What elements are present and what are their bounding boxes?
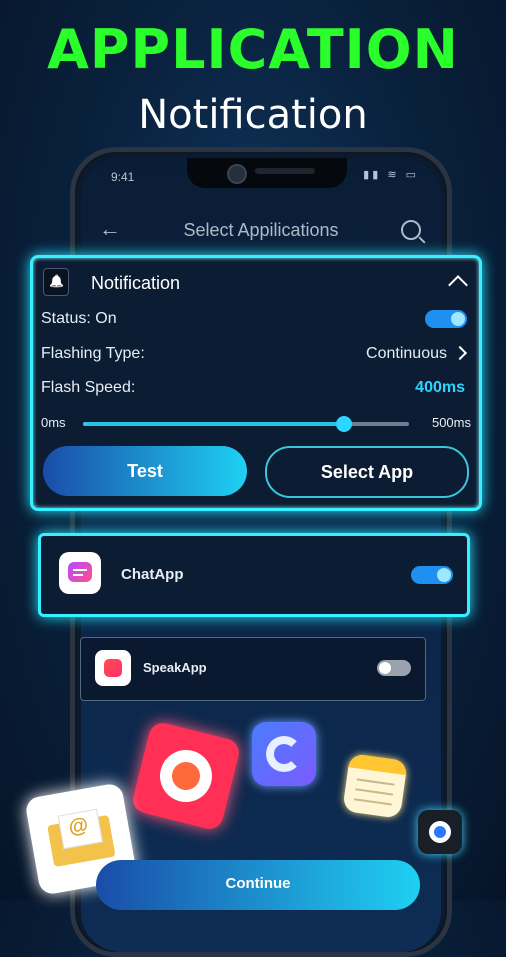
select-app-button[interactable]: Select App — [265, 446, 469, 498]
speed-slider[interactable] — [83, 416, 409, 432]
chatapp-toggle[interactable] — [411, 566, 453, 584]
chat-app-icon — [59, 552, 101, 594]
flash-speed-label: Flash Speed: — [41, 379, 136, 396]
camera-app-icon — [418, 810, 462, 854]
continue-button[interactable]: Continue — [96, 860, 420, 910]
app-row-speakapp[interactable]: SpeakApp — [80, 637, 426, 701]
chevron-right-icon — [452, 345, 468, 361]
notification-card: Notification Status: On Flashing Type: C… — [30, 255, 482, 511]
test-button[interactable]: Test — [43, 446, 247, 496]
status-toggle[interactable] — [425, 310, 467, 328]
toggle-knob — [437, 568, 451, 582]
slider-fill — [83, 422, 344, 426]
app-row-chatapp[interactable]: ChatApp — [38, 533, 470, 617]
hero-subtitle: Notification — [138, 92, 368, 138]
chevron-up-icon[interactable] — [448, 275, 468, 295]
app-name: SpeakApp — [143, 660, 207, 675]
slider-min-label: 0ms — [41, 415, 66, 430]
slider-thumb[interactable] — [335, 416, 352, 432]
status-label: Status: On — [41, 310, 117, 327]
slider-max-label: 500ms — [431, 415, 471, 430]
bell-icon — [43, 268, 69, 296]
flashing-type-value: Continuous — [366, 345, 447, 362]
card-title: Notification — [91, 273, 181, 293]
app-name: ChatApp — [121, 566, 184, 583]
browser-app-icon — [252, 722, 316, 786]
status-time: 9:41 — [111, 170, 135, 184]
flashing-type-label: Flashing Type: — [41, 345, 145, 362]
status-indicators: ▮▮ ≋ ▭ — [363, 169, 419, 181]
camera-icon — [227, 164, 247, 184]
hero-title: APPLICATION — [47, 18, 459, 81]
flashing-type-selector[interactable]: Continuous — [366, 345, 468, 363]
app-bar: ← Select Appilications — [81, 214, 441, 250]
toggle-knob — [451, 312, 465, 326]
speak-app-icon — [95, 650, 131, 686]
search-icon[interactable] — [401, 220, 421, 240]
speaker-grille — [255, 168, 315, 174]
phone-notch — [187, 158, 347, 188]
page-title: Select Appilications — [183, 220, 339, 240]
flash-speed-value: 400ms — [415, 379, 465, 396]
toggle-knob — [379, 662, 391, 674]
notes-app-icon — [342, 753, 408, 819]
speakapp-toggle[interactable] — [377, 660, 411, 676]
